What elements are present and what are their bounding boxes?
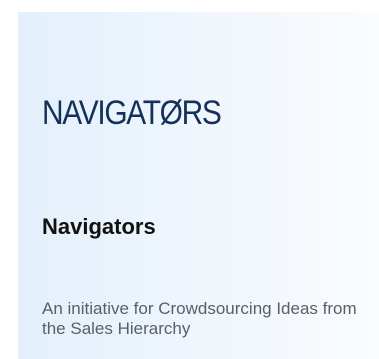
brand-panel: NAVIGATØRS Navigators An initiative for …	[18, 12, 379, 359]
app-title: Navigators	[42, 214, 156, 239]
app-description: An initiative for Crowdsourcing Ideas fr…	[42, 299, 357, 338]
navigators-logo: NAVIGATØRS	[42, 94, 222, 132]
